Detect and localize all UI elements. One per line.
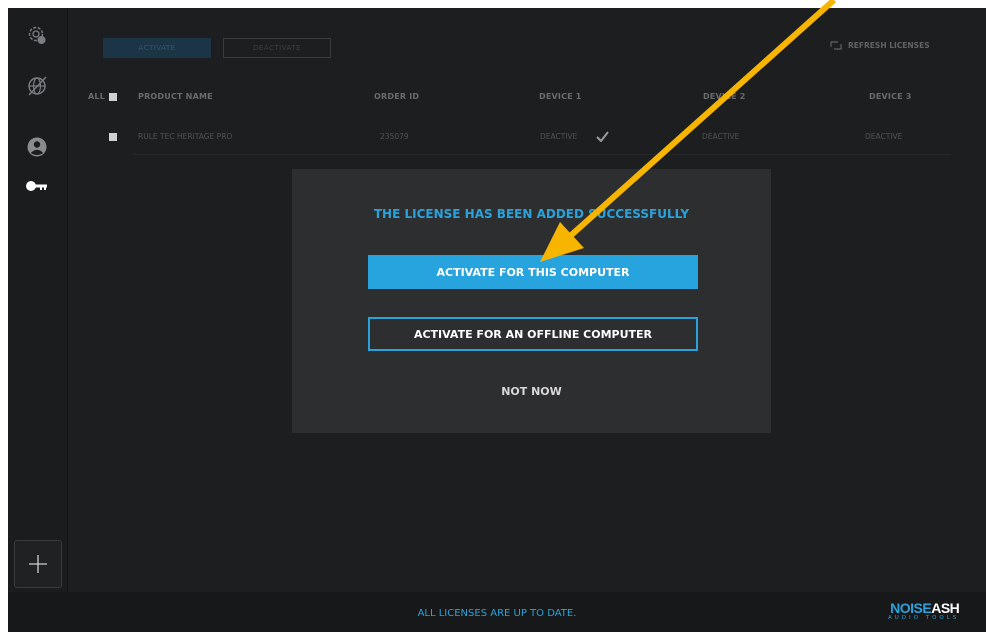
- row-checkbox[interactable]: [109, 133, 117, 141]
- logo-subtitle: AUDIO TOOLS: [888, 615, 960, 621]
- refresh-label: REFRESH LICENSES: [848, 41, 930, 50]
- order-id-cell: 235079: [380, 132, 409, 141]
- device-2-cell: DEACTIVE: [702, 132, 740, 141]
- app-window: ACTIVATE DEACTIVATE REFRESH LICENSES ALL…: [8, 8, 986, 632]
- logo-noise: NOISE: [890, 600, 932, 616]
- header-device-2: DEVICE 2: [703, 92, 746, 101]
- select-all-label: ALL: [88, 92, 105, 101]
- network-icon[interactable]: [22, 71, 52, 101]
- activate-offline-computer-button[interactable]: ACTIVATE FOR AN OFFLINE COMPUTER: [368, 317, 698, 351]
- dialog-title: THE LICENSE HAS BEEN ADDED SUCCESSFULLY: [373, 207, 690, 221]
- settings-icon[interactable]: [22, 20, 52, 50]
- status-text: ALL LICENSES ARE UP TO DATE.: [417, 608, 577, 619]
- add-license-button[interactable]: [14, 540, 62, 588]
- key-icon[interactable]: [22, 171, 52, 201]
- header-order-id: ORDER ID: [374, 92, 420, 101]
- status-bar: ALL LICENSES ARE UP TO DATE. NOISEASH AU…: [8, 592, 986, 632]
- checkmark-icon: [596, 131, 609, 142]
- refresh-icon: [830, 41, 842, 50]
- sidebar: [8, 8, 68, 592]
- header-device-1: DEVICE 1: [539, 92, 582, 101]
- row-divider: [133, 154, 951, 155]
- activate-this-computer-button[interactable]: ACTIVATE FOR THIS COMPUTER: [368, 255, 698, 289]
- plus-icon: [29, 555, 47, 573]
- deactivate-button[interactable]: DEACTIVATE: [223, 38, 331, 58]
- product-name-cell: RULE TEC HERITAGE PRO: [138, 132, 233, 141]
- device-1-cell: DEACTIVE: [540, 132, 578, 141]
- not-now-button[interactable]: NOT NOW: [292, 385, 771, 398]
- select-all-checkbox[interactable]: [109, 93, 117, 101]
- logo-ash: ASH: [931, 600, 960, 616]
- refresh-licenses-button[interactable]: REFRESH LICENSES: [830, 41, 930, 50]
- header-device-3: DEVICE 3: [869, 92, 912, 101]
- header-product-name: PRODUCT NAME: [138, 92, 213, 101]
- license-added-dialog: THE LICENSE HAS BEEN ADDED SUCCESSFULLY …: [292, 169, 771, 433]
- device-3-cell: DEACTIVE: [865, 132, 903, 141]
- activate-button[interactable]: ACTIVATE: [103, 38, 211, 58]
- user-icon[interactable]: [22, 132, 52, 162]
- noiseash-logo: NOISEASH AUDIO TOOLS: [888, 600, 960, 621]
